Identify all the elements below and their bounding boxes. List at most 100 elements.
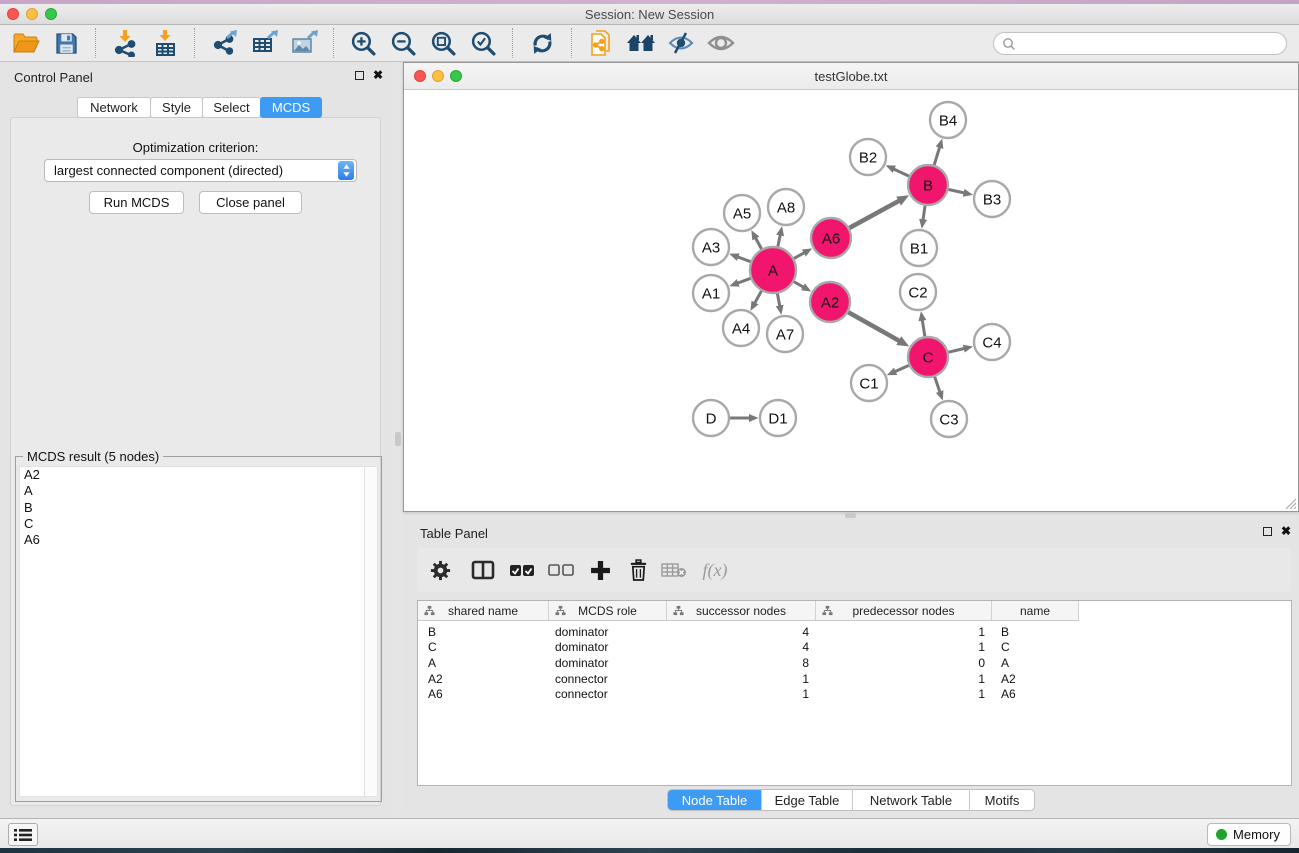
graph-node-B1[interactable]: B1 <box>901 230 937 266</box>
tab-network[interactable]: Network <box>77 97 151 118</box>
table-options-button[interactable] <box>417 552 463 588</box>
float-table-panel-icon[interactable] <box>1263 527 1272 536</box>
export-table-button[interactable] <box>244 27 284 59</box>
cell-shared-name[interactable]: C <box>418 640 549 654</box>
cell-name[interactable]: A6 <box>992 687 1079 701</box>
graph-node-A4[interactable]: A4 <box>723 310 759 346</box>
result-item[interactable]: A2 <box>20 467 377 483</box>
graph-node-C2[interactable]: C2 <box>900 274 936 310</box>
import-table-button[interactable] <box>145 27 185 59</box>
graph-edge-A-A5[interactable] <box>755 238 761 250</box>
graph-edge-A-A6[interactable] <box>794 252 805 258</box>
graph-edge-B-B2[interactable] <box>893 169 909 176</box>
import-network-button[interactable] <box>105 27 145 59</box>
cell-name[interactable]: A <box>992 656 1079 670</box>
cell-successor-nodes[interactable]: 1 <box>667 687 816 701</box>
table-row[interactable]: A6connector11A6 <box>418 686 1291 702</box>
memory-button[interactable]: Memory <box>1207 823 1291 846</box>
graph-node-A8[interactable]: A8 <box>768 189 804 225</box>
function-builder-button[interactable]: f(x) <box>691 552 739 588</box>
delete-table-button[interactable] <box>657 552 691 588</box>
cell-mcds-role[interactable]: dominator <box>549 625 667 639</box>
open-session-button[interactable] <box>6 27 46 59</box>
result-item[interactable]: C <box>20 516 377 532</box>
export-network-button[interactable] <box>204 27 244 59</box>
search-input[interactable] <box>1021 37 1278 51</box>
network-canvas[interactable]: AA6A2BCA1A3A4A5A7A8B1B2B3B4C1C2C3C4DD1 <box>405 90 1299 511</box>
resize-grip-icon[interactable] <box>1283 496 1296 509</box>
cell-predecessor-nodes[interactable]: 1 <box>816 625 992 639</box>
close-panel-button[interactable]: Close panel <box>199 191 302 214</box>
graph-node-A6[interactable]: A6 <box>811 218 851 258</box>
export-image-button[interactable] <box>284 27 324 59</box>
task-history-button[interactable] <box>8 823 38 846</box>
result-item[interactable]: A <box>20 483 377 499</box>
add-column-button[interactable] <box>581 552 619 588</box>
delete-column-button[interactable] <box>619 552 657 588</box>
zoom-out-button[interactable] <box>383 27 423 59</box>
graph-node-A5[interactable]: A5 <box>724 195 760 231</box>
optimization-criterion-select[interactable]: largest connected component (directed) <box>44 159 357 182</box>
refresh-layout-button[interactable] <box>522 27 562 59</box>
cell-predecessor-nodes[interactable]: 1 <box>816 640 992 654</box>
run-mcds-button[interactable]: Run MCDS <box>89 191 184 214</box>
graph-node-A[interactable]: A <box>750 247 796 293</box>
cell-successor-nodes[interactable]: 4 <box>667 625 816 639</box>
graph-node-A2[interactable]: A2 <box>810 282 850 322</box>
table-row[interactable]: A2connector11A2 <box>418 671 1291 687</box>
zoom-selected-button[interactable] <box>463 27 503 59</box>
home-views-button[interactable] <box>621 27 661 59</box>
vertical-splitter-handle[interactable] <box>395 432 401 446</box>
zoom-in-button[interactable] <box>343 27 383 59</box>
column-header-name[interactable]: name <box>992 601 1079 620</box>
cell-successor-nodes[interactable]: 1 <box>667 672 816 686</box>
birds-eye-view-button[interactable] <box>701 27 741 59</box>
close-panel-icon[interactable]: ✖ <box>373 70 383 80</box>
graph-edge-C-C4[interactable] <box>948 348 965 352</box>
cell-predecessor-nodes[interactable]: 0 <box>816 656 992 670</box>
graph-edge-A-A1[interactable] <box>737 278 751 283</box>
hide-graphics-details-button[interactable] <box>661 27 701 59</box>
float-panel-icon[interactable] <box>355 71 364 80</box>
graph-edge-C-C2[interactable] <box>922 320 925 337</box>
column-header-shared-name[interactable]: shared name <box>418 601 549 620</box>
graph-node-D[interactable]: D <box>693 400 729 436</box>
result-item[interactable]: B <box>20 500 377 516</box>
cell-shared-name[interactable]: A2 <box>418 672 549 686</box>
cell-predecessor-nodes[interactable]: 1 <box>816 687 992 701</box>
tab-motifs[interactable]: Motifs <box>970 790 1034 810</box>
graph-edge-A-A7[interactable] <box>777 293 780 306</box>
graph-node-B4[interactable]: B4 <box>930 102 966 138</box>
tab-select[interactable]: Select <box>202 97 261 118</box>
cell-mcds-role[interactable]: dominator <box>549 656 667 670</box>
table-row[interactable]: Cdominator41C <box>418 640 1291 656</box>
table-row[interactable]: Adominator80A <box>418 655 1291 671</box>
graph-node-C[interactable]: C <box>908 337 948 377</box>
cell-name[interactable]: B <box>992 625 1079 639</box>
cell-shared-name[interactable]: B <box>418 625 549 639</box>
zoom-fit-button[interactable] <box>423 27 463 59</box>
graph-edge-A-A2[interactable] <box>793 282 803 288</box>
graph-edge-A-A3[interactable] <box>737 257 751 262</box>
graph-node-A7[interactable]: A7 <box>767 316 803 352</box>
graph-node-D1[interactable]: D1 <box>760 400 796 436</box>
column-header-successor-nodes[interactable]: successor nodes <box>667 601 816 620</box>
result-scrollbar[interactable] <box>364 467 377 796</box>
cell-shared-name[interactable]: A <box>418 656 549 670</box>
close-table-panel-icon[interactable]: ✖ <box>1281 526 1291 536</box>
column-header-predecessor-nodes[interactable]: predecessor nodes <box>816 601 992 620</box>
cell-successor-nodes[interactable]: 8 <box>667 656 816 670</box>
graph-edge-C-C1[interactable] <box>895 365 910 371</box>
cell-shared-name[interactable]: A6 <box>418 687 549 701</box>
graph-edge-A2-C[interactable] <box>848 312 900 341</box>
tab-edge-table[interactable]: Edge Table <box>762 790 853 810</box>
graph-node-C3[interactable]: C3 <box>931 401 967 437</box>
graph-edge-A-A4[interactable] <box>755 291 762 304</box>
tab-mcds[interactable]: MCDS <box>260 97 322 118</box>
graph-edge-A6-B[interactable] <box>849 201 899 229</box>
graph-edge-B-B4[interactable] <box>934 147 940 166</box>
graph-edge-C-C3[interactable] <box>935 376 940 392</box>
save-session-button[interactable] <box>46 27 86 59</box>
column-header-mcds-role[interactable]: MCDS role <box>549 601 667 620</box>
cell-predecessor-nodes[interactable]: 1 <box>816 672 992 686</box>
